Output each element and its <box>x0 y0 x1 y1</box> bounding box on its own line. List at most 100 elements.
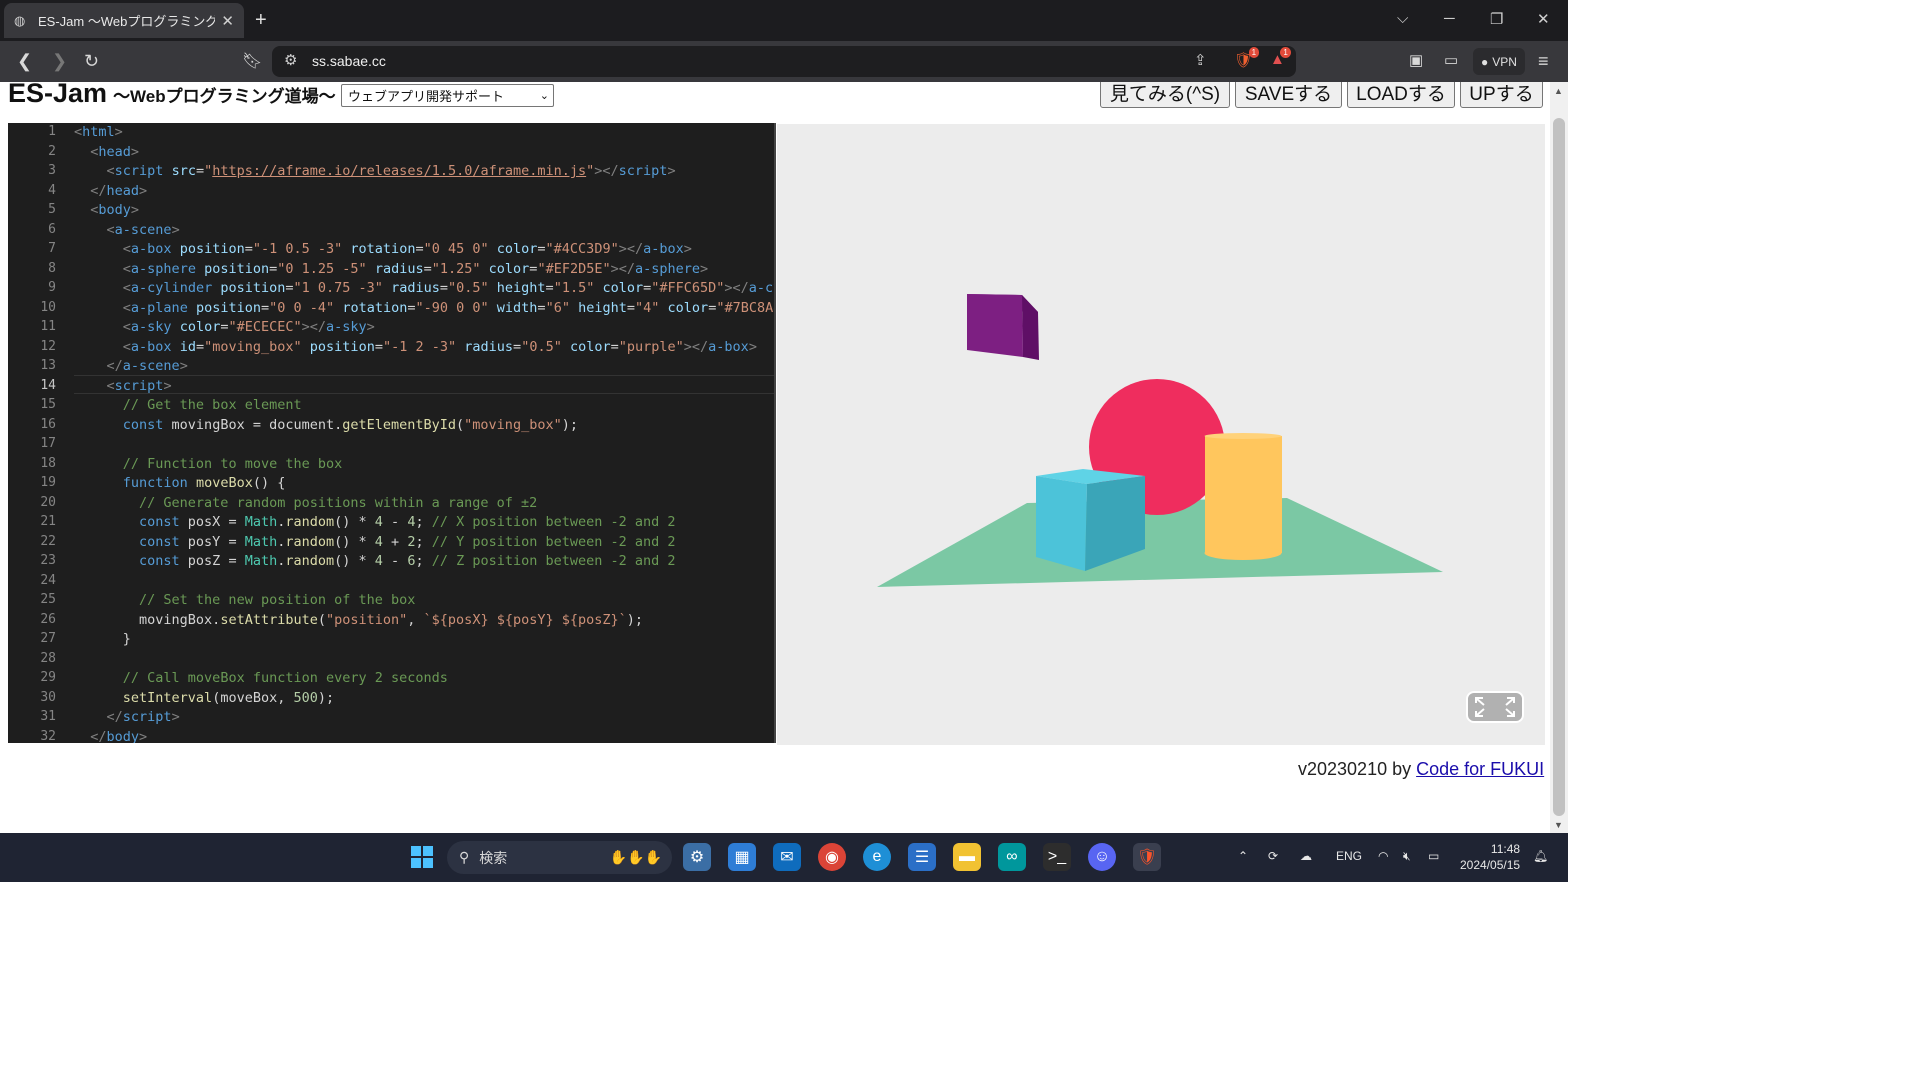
tab-title: ES-Jam 〜Webプログラミング道場〜 <box>38 14 216 29</box>
file-explorer-icon[interactable]: ▬ <box>953 843 981 871</box>
line-number: 9 <box>48 280 56 295</box>
line-number: 2 <box>48 143 56 159</box>
line-number: 14 <box>40 377 56 393</box>
outlook-icon[interactable]: ✉ <box>773 843 801 871</box>
brave-shields-icon[interactable]: 🛡︎ 1 <box>1234 47 1260 69</box>
line-number: 29 <box>40 670 56 685</box>
minimize-icon[interactable]: ─ <box>1444 10 1455 27</box>
bookmark-icon[interactable]: 🔖︎ <box>242 51 262 71</box>
code-line-14: <script> <box>106 377 172 394</box>
code-for-fukui-link[interactable]: Code for FUKUI <box>1416 759 1544 779</box>
browser-tab[interactable]: ◍ ES-Jam 〜Webプログラミング道場〜 ✕ <box>4 3 244 38</box>
close-window-icon[interactable]: ✕ <box>1537 10 1550 28</box>
taskbar-search[interactable]: ⚲ 検索 ✋✋✋ <box>447 841 672 874</box>
scene-canvas <box>877 294 1443 587</box>
onedrive-icon[interactable]: ☁ <box>1300 849 1312 863</box>
up-button[interactable]: UPする <box>1460 82 1543 108</box>
menu-icon[interactable]: ≡ <box>1538 51 1549 72</box>
discord-icon[interactable]: ☺ <box>1088 843 1116 871</box>
sidebar-icon[interactable]: ▣ <box>1409 51 1423 69</box>
line-number: 8 <box>48 260 56 276</box>
code-line-12: <a-box id="moving_box" position="-1 2 -3… <box>122 338 757 355</box>
search-highlight-icon: ✋✋✋ <box>609 849 662 865</box>
sync-icon[interactable]: ⟳ <box>1268 849 1278 863</box>
line-number: 18 <box>40 455 56 471</box>
chrome-icon[interactable]: ◉ <box>818 843 846 871</box>
fullscreen-icon <box>1475 697 1515 717</box>
scroll-up-icon[interactable]: ▲ <box>1554 86 1563 96</box>
forward-icon[interactable]: ❯ <box>52 51 67 72</box>
terminal-icon[interactable]: >_ <box>1043 843 1071 871</box>
scroll-down-icon[interactable]: ▼ <box>1554 820 1563 830</box>
line-number: 16 <box>40 416 56 432</box>
tray-chevron-icon[interactable]: ⌃ <box>1238 849 1248 863</box>
scene-preview[interactable] <box>777 124 1545 745</box>
code-line-9: <a-cylinder position="1 0.75 -3" radius=… <box>122 280 774 296</box>
code-line-26: movingBox.setAttribute("position", `${po… <box>74 611 644 628</box>
site-settings-icon[interactable]: ⚙︎ <box>284 51 297 69</box>
line-number: 19 <box>40 475 56 490</box>
reload-icon[interactable]: ↻ <box>84 51 99 72</box>
wallet-icon[interactable]: ▭ <box>1444 51 1458 69</box>
globe-icon: ◍ <box>14 12 26 28</box>
fullscreen-button[interactable] <box>1466 691 1524 723</box>
notification-bell-icon[interactable]: 🔔︎ <box>1533 849 1548 863</box>
battery-icon[interactable]: ▭ <box>1428 849 1439 863</box>
taskbar: ⚲ 検索 ✋✋✋ ⚙ ▦ ✉ ◉ e ☰ ▬ ∞ >_ ☺ 🛡︎ ⌃ ⟳ ☁ E… <box>0 833 1568 882</box>
code-line-1: <html> <box>74 124 123 140</box>
line-number: 25 <box>40 592 56 607</box>
line-number: 4 <box>48 182 56 198</box>
close-tab-icon[interactable]: ✕ <box>221 12 234 30</box>
taskbar-clock[interactable]: 11:48 2024/05/15 <box>1460 841 1520 873</box>
line-number: 15 <box>40 397 56 412</box>
language-indicator[interactable]: ENG <box>1336 849 1362 863</box>
scrollbar-thumb[interactable] <box>1553 118 1565 816</box>
wifi-icon[interactable]: ◠ <box>1378 849 1388 863</box>
load-button[interactable]: LOADする <box>1347 82 1455 108</box>
cylinder-shape <box>1204 433 1282 560</box>
code-line-30: setInterval(moveBox, 500); <box>122 689 335 706</box>
restore-icon[interactable]: ❐ <box>1490 10 1503 28</box>
page-title: ES-Jam 〜Webプログラミング道場〜 <box>8 82 336 108</box>
code-line-19: function moveBox() { <box>122 475 286 491</box>
view-button[interactable]: 見てみる(^S) <box>1100 82 1230 108</box>
windows-start-icon[interactable] <box>408 843 436 871</box>
code-line-16: const movingBox = document.getElementByI… <box>122 416 578 433</box>
url-text: ss.sabae.cc <box>312 53 386 69</box>
line-number: 26 <box>40 611 56 627</box>
line-number: 20 <box>40 494 56 510</box>
line-number: 24 <box>40 572 56 588</box>
settings-icon[interactable]: ⚙ <box>683 843 711 871</box>
volume-muted-icon[interactable]: 🔇︎ <box>1403 849 1411 864</box>
page-content: ES-Jam 〜Webプログラミング道場〜 ウェブアプリ開発サポート ⌄ 見てみる… <box>0 82 1550 833</box>
line-number: 21 <box>40 514 56 529</box>
save-button[interactable]: SAVEする <box>1235 82 1342 108</box>
page-scrollbar[interactable]: ▲ ▼ <box>1550 82 1568 833</box>
share-icon[interactable]: ⇪ <box>1194 51 1207 69</box>
line-number: 30 <box>40 689 56 705</box>
arduino-icon[interactable]: ∞ <box>998 843 1026 871</box>
line-number: 13 <box>40 358 56 373</box>
code-line-11: <a-sky color="#ECECEC"></a-sky> <box>122 319 375 335</box>
brave-rewards-icon[interactable]: ▲ 1 <box>1270 47 1291 68</box>
vpn-button[interactable]: ● VPN <box>1473 48 1525 75</box>
code-line-29: // Call moveBox function every 2 seconds <box>122 670 448 686</box>
code-line-13: </a-scene> <box>106 358 188 374</box>
browser-toolbar: ❮ ❯ ↻ 🔖︎ ⚙︎ ss.sabae.cc ⇪ 🛡︎ 1 ▲ 1 ▣ ▭ ● V… <box>0 41 1568 82</box>
new-tab-button[interactable]: + <box>255 9 267 32</box>
store-icon[interactable]: ▦ <box>728 843 756 871</box>
line-number: 32 <box>40 728 56 744</box>
notepad-icon[interactable]: ☰ <box>908 843 936 871</box>
code-editor[interactable]: 1 2 3 4 5 6 7 8 9 10 11 12 13 14 15 16 17 18 19 20 21 22 23 24 2… <box>8 123 776 743</box>
code-line-32: </body> <box>90 728 148 744</box>
back-icon[interactable]: ❮ <box>17 51 32 72</box>
vpn-status-icon: ● <box>1481 54 1489 69</box>
line-number: 31 <box>40 709 56 724</box>
code-line-2: <head> <box>90 143 140 160</box>
edge-icon[interactable]: e <box>863 843 891 871</box>
brave-icon[interactable]: 🛡︎ <box>1133 843 1161 871</box>
address-bar[interactable]: ⚙︎ ss.sabae.cc ⇪ 🛡︎ 1 ▲ 1 <box>272 46 1296 77</box>
code-line-7: <a-box position="-1 0.5 -3" rotation="0 … <box>122 241 692 257</box>
mode-select[interactable]: ウェブアプリ開発サポート ⌄ <box>341 84 554 107</box>
tab-search-chevron-icon[interactable]: ⌵ <box>1397 10 1408 27</box>
